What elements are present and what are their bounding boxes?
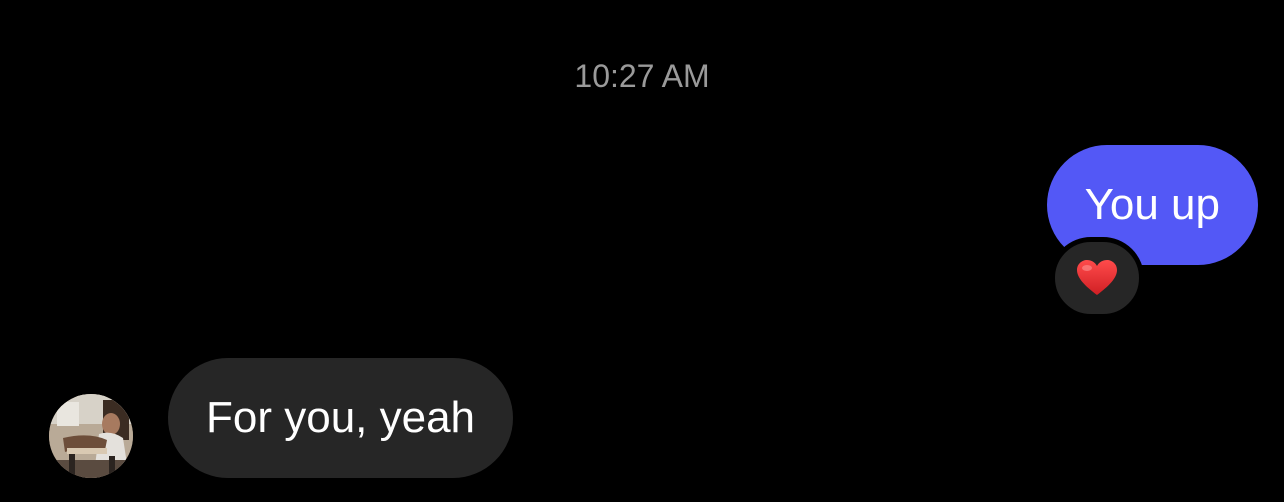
- avatar-photo: [49, 394, 133, 478]
- avatar[interactable]: [49, 394, 133, 478]
- message-timestamp: 10:27 AM: [574, 58, 710, 94]
- incoming-message-bubble[interactable]: For you, yeah: [168, 358, 514, 478]
- heart-icon: [1077, 260, 1117, 295]
- message-reaction[interactable]: [1050, 237, 1144, 319]
